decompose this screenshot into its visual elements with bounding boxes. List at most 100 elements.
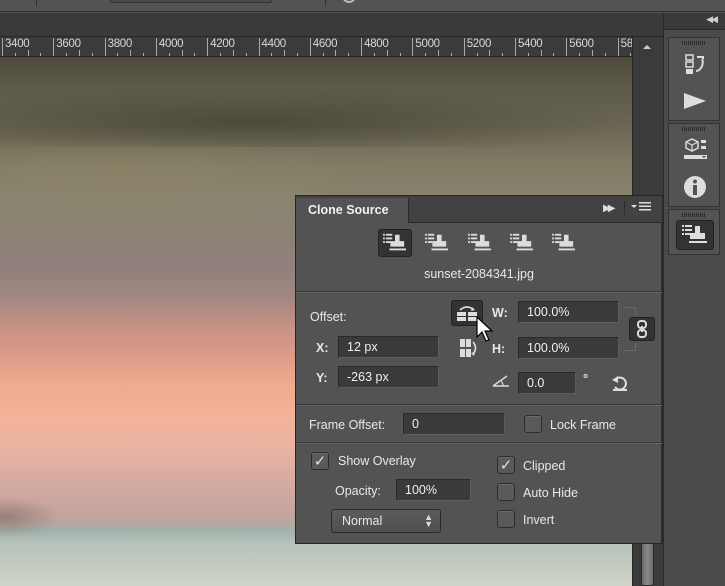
actions-play-icon — [684, 93, 706, 109]
ruler-minor-tick — [604, 53, 606, 56]
clone-source-panel: Clone Source ▶▶ sunset-2084341.jpg Offse… — [295, 195, 663, 544]
clone-source-button-2[interactable] — [420, 229, 454, 257]
ruler-minor-tick — [450, 53, 452, 56]
ruler-minor-tick — [335, 50, 337, 56]
ruler-minor-tick — [425, 53, 427, 56]
updown-arrows-icon: ▲ ▼ — [424, 512, 433, 529]
ruler-major-tick — [412, 38, 414, 56]
maintain-aspect-ratio-button[interactable] — [629, 317, 655, 341]
rotation-angle-input[interactable]: 0.0 — [518, 372, 576, 394]
ruler-minor-tick — [117, 53, 119, 56]
panel-menu-icon[interactable] — [630, 200, 654, 217]
lock-frame-checkbox[interactable] — [524, 415, 542, 433]
offset-y-input[interactable]: -263 px — [338, 366, 439, 388]
ruler-minor-tick — [181, 50, 183, 56]
ruler-label: 5600 — [569, 38, 594, 50]
3d-properties-button[interactable] — [676, 136, 714, 166]
ruler-minor-tick — [348, 53, 350, 56]
panel-divider — [296, 442, 662, 444]
clone-stamp-icon — [510, 233, 533, 251]
ruler-minor-tick — [66, 53, 68, 56]
clipped-checkbox[interactable]: ✓ — [497, 456, 515, 474]
overlay-opacity-input[interactable]: 100% — [396, 479, 471, 501]
options-bar — [0, 0, 725, 12]
dock-grip[interactable] — [682, 127, 706, 131]
options-separator — [325, 0, 326, 6]
show-overlay-checkbox[interactable]: ✓ — [311, 452, 329, 470]
clone-source-button-5[interactable] — [547, 229, 581, 257]
ruler-minor-tick — [168, 53, 170, 56]
frame-offset-label: Frame Offset: — [309, 418, 386, 432]
3d-properties-icon — [684, 138, 707, 159]
double-right-arrow-icon[interactable]: ▶▶ — [603, 203, 616, 214]
auto-hide-checkbox[interactable] — [497, 483, 515, 501]
ruler-label: 4600 — [312, 38, 338, 50]
dock-grip[interactable] — [682, 213, 706, 217]
ruler-major-tick — [566, 38, 568, 56]
collapse-arrows-icon[interactable]: ◀◀ — [706, 14, 718, 25]
ruler-minor-tick — [296, 53, 298, 56]
clone-stamp-icon — [425, 233, 448, 251]
ruler-minor-tick — [540, 50, 542, 56]
ruler-label: 4800 — [364, 38, 389, 50]
horizontal-ruler[interactable]: 3400 3600 3800 4000 4200 4400 4600 4800 5000 5200… — [0, 37, 632, 57]
dock-group-3d-info — [668, 123, 720, 207]
ruler-major-tick — [53, 38, 55, 56]
frame-offset-input[interactable]: 0 — [403, 413, 505, 435]
dock-grip[interactable] — [682, 41, 706, 45]
reset-icon — [612, 376, 627, 391]
clone-source-button-3[interactable] — [463, 229, 497, 257]
height-scale-input[interactable]: 100.0% — [518, 337, 619, 359]
ruler-minor-tick — [130, 50, 132, 56]
ruler-minor-tick — [553, 53, 555, 56]
ruler-minor-tick — [14, 53, 16, 56]
lock-frame-label: Lock Frame — [550, 418, 616, 432]
panel-divider — [296, 291, 662, 293]
info-button[interactable] — [676, 172, 714, 202]
ruler-minor-tick — [502, 53, 504, 56]
offset-label: Offset: — [310, 310, 347, 324]
dock-group-clone-source — [668, 209, 720, 255]
offset-x-input[interactable]: 12 px — [338, 336, 439, 358]
canvas-hill — [0, 497, 60, 537]
clone-stamp-icon — [468, 233, 491, 251]
ruler-minor-tick — [373, 53, 375, 56]
ruler-label: 3600 — [56, 38, 81, 50]
ruler-minor-tick — [322, 53, 324, 56]
invert-checkbox[interactable] — [497, 510, 515, 528]
options-separator — [36, 0, 37, 6]
options-field[interactable] — [110, 0, 272, 3]
ruler-minor-tick — [271, 53, 273, 56]
ruler-minor-tick — [143, 53, 145, 56]
clone-stamp-icon — [552, 233, 575, 251]
overlay-blend-mode-select[interactable]: Normal ▲ ▼ — [331, 509, 441, 533]
ruler-major-tick — [617, 38, 619, 56]
clone-source-button-4[interactable] — [505, 229, 539, 257]
clone-source-dock-button[interactable] — [676, 220, 714, 250]
actions-button[interactable] — [676, 86, 714, 116]
dock-collapse-bar[interactable]: ◀◀ — [664, 13, 725, 30]
source-filename: sunset-2084341.jpg — [424, 267, 534, 281]
panel-tab-clone-source[interactable]: Clone Source — [296, 198, 409, 223]
reset-transform-button[interactable] — [608, 372, 632, 394]
ruler-minor-tick — [527, 53, 529, 56]
ruler-major-tick — [104, 38, 106, 56]
history-button[interactable] — [676, 50, 714, 80]
clone-source-icon — [682, 225, 707, 243]
history-icon — [685, 54, 704, 74]
opacity-label: Opacity: — [335, 484, 381, 498]
ruler-label: 5800 — [620, 38, 632, 50]
scrollbar-thumb[interactable] — [641, 542, 654, 586]
ruler-major-tick — [155, 38, 157, 56]
options-circle-icon[interactable] — [343, 0, 355, 3]
width-scale-input[interactable]: 100.0% — [518, 301, 619, 323]
ruler-minor-tick — [489, 50, 491, 56]
y-label: Y: — [316, 371, 328, 385]
clone-source-button-1[interactable] — [378, 229, 412, 257]
ruler-minor-tick — [91, 53, 93, 56]
ruler-label: 3400 — [5, 38, 30, 50]
scroll-up-arrow-icon[interactable] — [643, 45, 651, 49]
ruler-minor-tick — [27, 50, 29, 56]
info-icon — [684, 176, 706, 198]
ruler-major-tick — [361, 38, 363, 56]
